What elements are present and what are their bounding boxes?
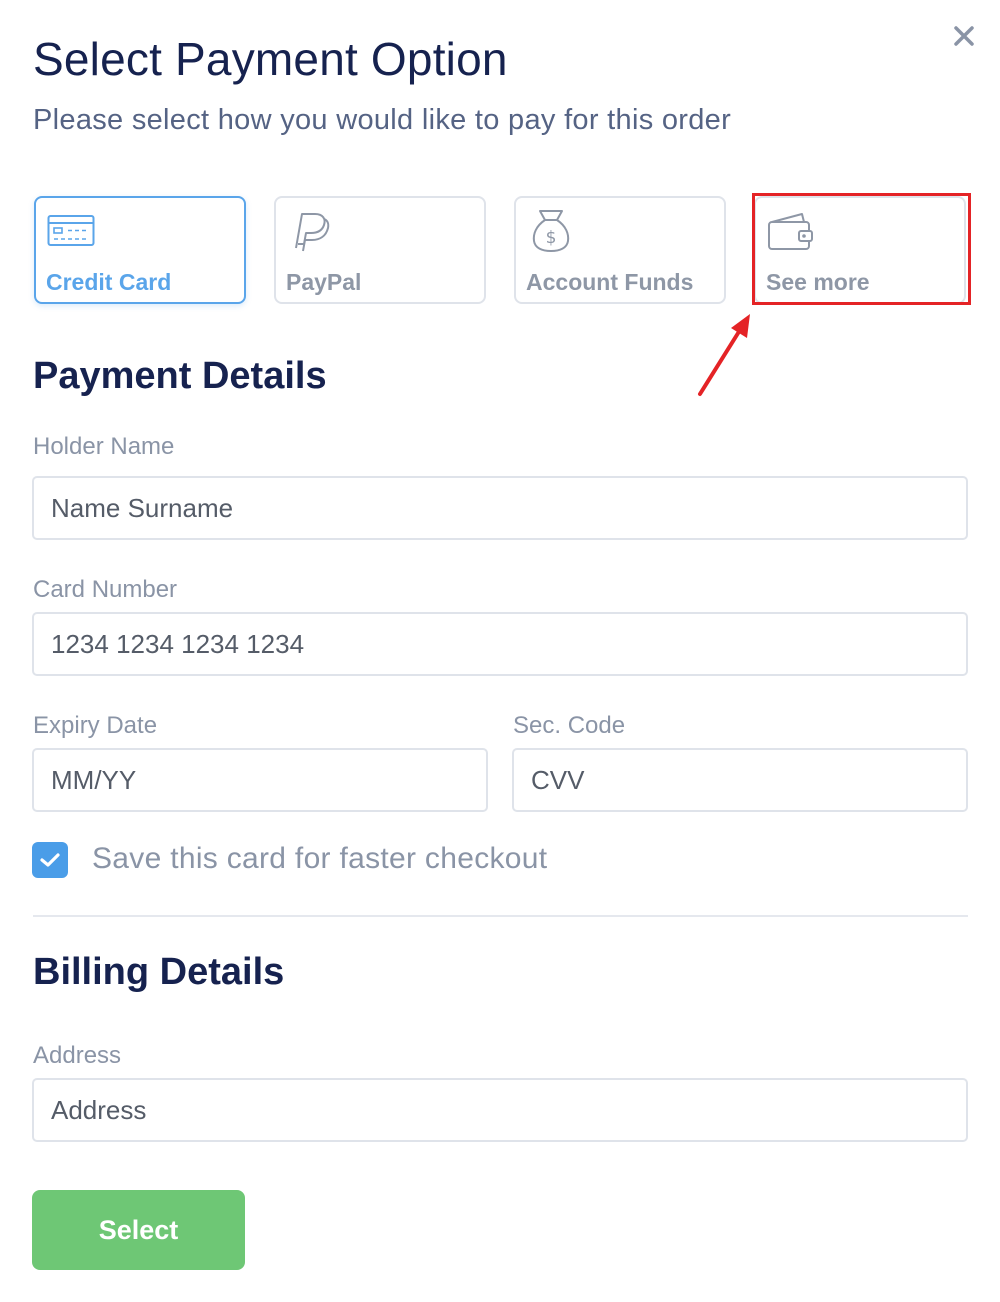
select-button[interactable]: Select — [32, 1190, 245, 1270]
checkmark-icon — [40, 853, 60, 867]
credit-card-icon — [47, 215, 95, 246]
payment-option-label: PayPal — [286, 269, 362, 295]
money-bag-icon: $ — [532, 210, 570, 252]
card-number-label: Card Number — [33, 576, 178, 603]
payment-details-heading: Payment Details — [33, 355, 327, 397]
address-label: Address — [33, 1042, 122, 1069]
save-card-checkbox[interactable] — [32, 842, 68, 878]
holder-name-label: Holder Name — [33, 433, 175, 460]
close-button[interactable] — [948, 20, 980, 52]
sec-code-input[interactable] — [512, 748, 968, 812]
holder-name-input[interactable] — [32, 476, 968, 540]
card-number-input[interactable] — [32, 612, 968, 676]
annotation-arrow-icon — [698, 314, 750, 396]
save-card-label: Save this card for faster checkout — [92, 842, 548, 875]
modal-subtitle: Please select how you would like to pay … — [33, 104, 732, 136]
payment-option-credit-card[interactable]: Credit Card — [34, 196, 246, 304]
payment-option-label: Account Funds — [526, 269, 694, 295]
payment-option-label: Credit Card — [46, 269, 172, 295]
highlight-annotation-box — [752, 193, 971, 305]
paypal-icon — [295, 213, 330, 252]
payment-option-account-funds[interactable]: $ Account Funds — [514, 196, 726, 304]
payment-option-paypal[interactable]: PayPal — [274, 196, 486, 304]
close-icon — [954, 26, 974, 46]
address-input[interactable] — [32, 1078, 968, 1142]
billing-details-heading: Billing Details — [33, 951, 285, 993]
svg-text:$: $ — [546, 228, 557, 248]
section-divider — [33, 915, 968, 917]
modal-title: Select Payment Option — [33, 33, 508, 85]
sec-code-label: Sec. Code — [513, 712, 626, 739]
expiry-date-label: Expiry Date — [33, 712, 158, 739]
expiry-date-input[interactable] — [32, 748, 488, 812]
